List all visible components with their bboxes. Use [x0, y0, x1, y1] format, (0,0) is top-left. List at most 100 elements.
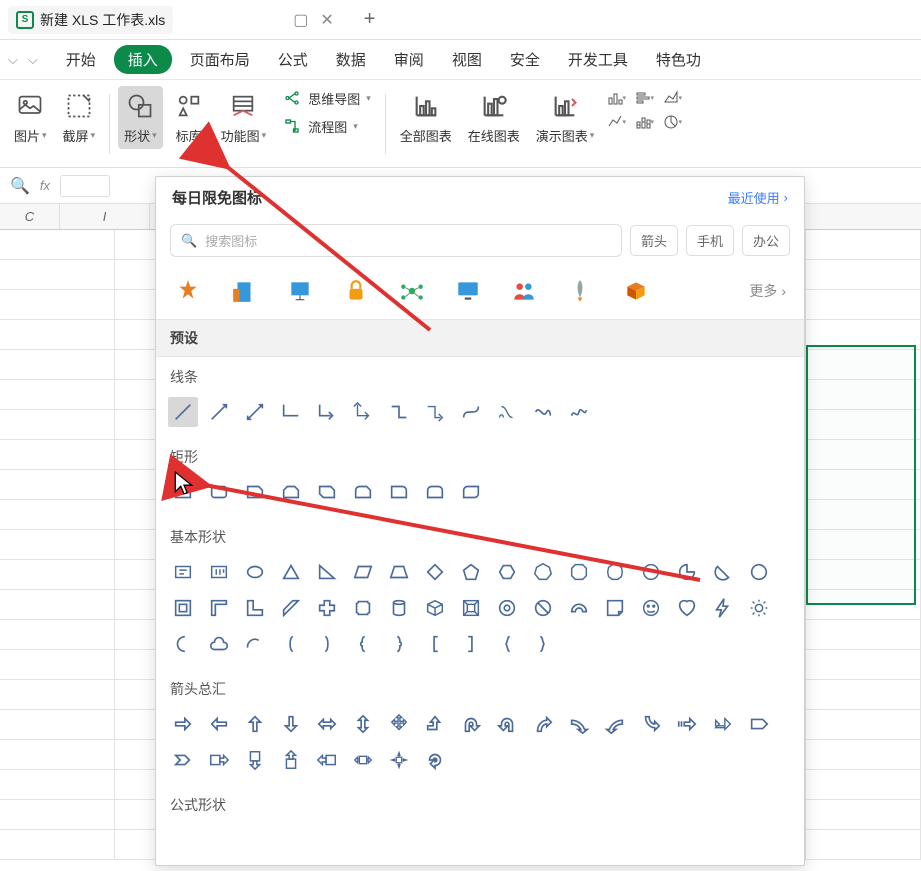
- shape-arc[interactable]: [240, 629, 270, 659]
- shape-arrow-callout-right[interactable]: [204, 745, 234, 775]
- shape-plus[interactable]: [312, 593, 342, 623]
- shape-decagon[interactable]: [600, 557, 630, 587]
- bar-chart-icon[interactable]: ▾: [634, 88, 654, 108]
- icon-cat-box[interactable]: [622, 277, 650, 305]
- shape-can[interactable]: [384, 593, 414, 623]
- shape-teardrop[interactable]: [744, 557, 774, 587]
- mindmap-button[interactable]: 思维导图▾: [276, 86, 377, 110]
- flowchart-button[interactable]: 流程图▾: [276, 114, 377, 138]
- shape-arrow-chevron[interactable]: [168, 745, 198, 775]
- shape-line-double-arrow[interactable]: [240, 397, 270, 427]
- shape-zigzag-arrow[interactable]: [420, 397, 450, 427]
- shape-right-triangle[interactable]: [312, 557, 342, 587]
- shape-snip2same[interactable]: [276, 477, 306, 507]
- shape-rounded-rect[interactable]: [204, 477, 234, 507]
- shape-scribble[interactable]: [564, 397, 594, 427]
- icon-cat-rocket[interactable]: [566, 277, 594, 305]
- shape-arrow-curve-right[interactable]: [564, 709, 594, 739]
- formula-input[interactable]: [60, 175, 110, 197]
- shape-octagon[interactable]: [564, 557, 594, 587]
- shape-round2same[interactable]: [420, 477, 450, 507]
- shape-arrow-curve-up[interactable]: [528, 709, 558, 739]
- shape-arrow-uturn-left[interactable]: [492, 709, 522, 739]
- icon-cat-presentation[interactable]: [286, 277, 314, 305]
- shape-plaque[interactable]: [348, 593, 378, 623]
- dropdown-icon[interactable]: ⌵: [8, 52, 18, 68]
- shape-arrow-callout-left[interactable]: [312, 745, 342, 775]
- shape-cloud[interactable]: [204, 629, 234, 659]
- shape-rectangle[interactable]: [168, 477, 198, 507]
- shape-arrow-striped[interactable]: [672, 709, 702, 739]
- shape-textbox-v[interactable]: [204, 557, 234, 587]
- shape-cube[interactable]: [420, 593, 450, 623]
- shape-elbow[interactable]: [276, 397, 306, 427]
- new-tab-button[interactable]: +: [364, 8, 376, 31]
- funcimg-button[interactable]: 功能图▾: [215, 86, 273, 149]
- shape-moon[interactable]: [168, 629, 198, 659]
- icon-cat-monitor[interactable]: [454, 277, 482, 305]
- shape-round2diag[interactable]: [456, 477, 486, 507]
- shape-line-arrow[interactable]: [204, 397, 234, 427]
- presentcharts-button[interactable]: 演示图表▾: [530, 86, 601, 149]
- tab-review[interactable]: 审阅: [384, 45, 434, 74]
- piechart-icon[interactable]: ▾: [662, 112, 682, 132]
- shape-zigzag[interactable]: [384, 397, 414, 427]
- screenshot-button[interactable]: 截屏▾: [57, 86, 102, 149]
- shape-arrow-up[interactable]: [240, 709, 270, 739]
- shape-arrow-down[interactable]: [276, 709, 306, 739]
- area-chart-icon[interactable]: ▾: [662, 88, 682, 108]
- shape-textbox[interactable]: [168, 557, 198, 587]
- stacked-chart-icon[interactable]: ▾: [634, 112, 654, 132]
- shape-donut[interactable]: [492, 593, 522, 623]
- shape-arrow-callout-up[interactable]: [276, 745, 306, 775]
- shape-brace-right[interactable]: [384, 629, 414, 659]
- shape-arrow-curve-down[interactable]: [636, 709, 666, 739]
- iconlib-button[interactable]: 标库: [167, 86, 211, 149]
- col-header[interactable]: I: [60, 204, 150, 229]
- icon-cat-people[interactable]: [510, 277, 538, 305]
- tab-formula[interactable]: 公式: [268, 45, 318, 74]
- line-chart-icon[interactable]: ▾: [606, 112, 626, 132]
- tag-arrow[interactable]: 箭头: [630, 225, 678, 256]
- tab-pagelayout[interactable]: 页面布局: [180, 45, 260, 74]
- shape-half-frame[interactable]: [204, 593, 234, 623]
- insert-picture-button[interactable]: 图片▾: [8, 86, 53, 149]
- shape-parallelogram[interactable]: [348, 557, 378, 587]
- tab-special[interactable]: 特色功: [646, 45, 711, 74]
- shape-dodecagon[interactable]: [636, 557, 666, 587]
- more-icons-link[interactable]: 更多 ›: [749, 281, 786, 301]
- shape-bevel[interactable]: [456, 593, 486, 623]
- shape-diagonal-stripe[interactable]: [276, 593, 306, 623]
- col-header[interactable]: C: [0, 204, 60, 229]
- shape-diamond[interactable]: [420, 557, 450, 587]
- shape-no-symbol[interactable]: [528, 593, 558, 623]
- shape-right-brace[interactable]: [528, 629, 558, 659]
- onlinecharts-button[interactable]: 在线图表: [462, 86, 526, 149]
- column-chart-icon[interactable]: ▾: [606, 88, 626, 108]
- shape-oval[interactable]: [240, 557, 270, 587]
- allcharts-button[interactable]: 全部图表: [394, 86, 458, 149]
- shape-pentagon[interactable]: [456, 557, 486, 587]
- icon-cat-building[interactable]: [230, 277, 258, 305]
- shape-l[interactable]: [240, 593, 270, 623]
- shape-bracket-left[interactable]: [276, 629, 306, 659]
- tab-view[interactable]: 视图: [442, 45, 492, 74]
- icon-cat-lock[interactable]: [342, 277, 370, 305]
- document-tab[interactable]: S 新建 XLS 工作表.xls: [8, 6, 173, 34]
- dropdown-icon[interactable]: ⌵: [28, 52, 38, 68]
- shape-hexagon[interactable]: [492, 557, 522, 587]
- shape-left-brace[interactable]: [492, 629, 522, 659]
- shape-arrow-quad[interactable]: [384, 709, 414, 739]
- icon-cat-award[interactable]: [174, 277, 202, 305]
- shape-round1[interactable]: [384, 477, 414, 507]
- shape-pie[interactable]: [672, 557, 702, 587]
- fx-icon[interactable]: fx: [40, 178, 50, 193]
- shape-elbow-double[interactable]: [348, 397, 378, 427]
- shape-elbow-arrow[interactable]: [312, 397, 342, 427]
- shape-frame[interactable]: [168, 593, 198, 623]
- tab-devtools[interactable]: 开发工具: [558, 45, 638, 74]
- recent-used-link[interactable]: 最近使用 ›: [728, 188, 788, 207]
- shape-arrow-left[interactable]: [204, 709, 234, 739]
- shape-freeform[interactable]: [528, 397, 558, 427]
- shape-smiley[interactable]: [636, 593, 666, 623]
